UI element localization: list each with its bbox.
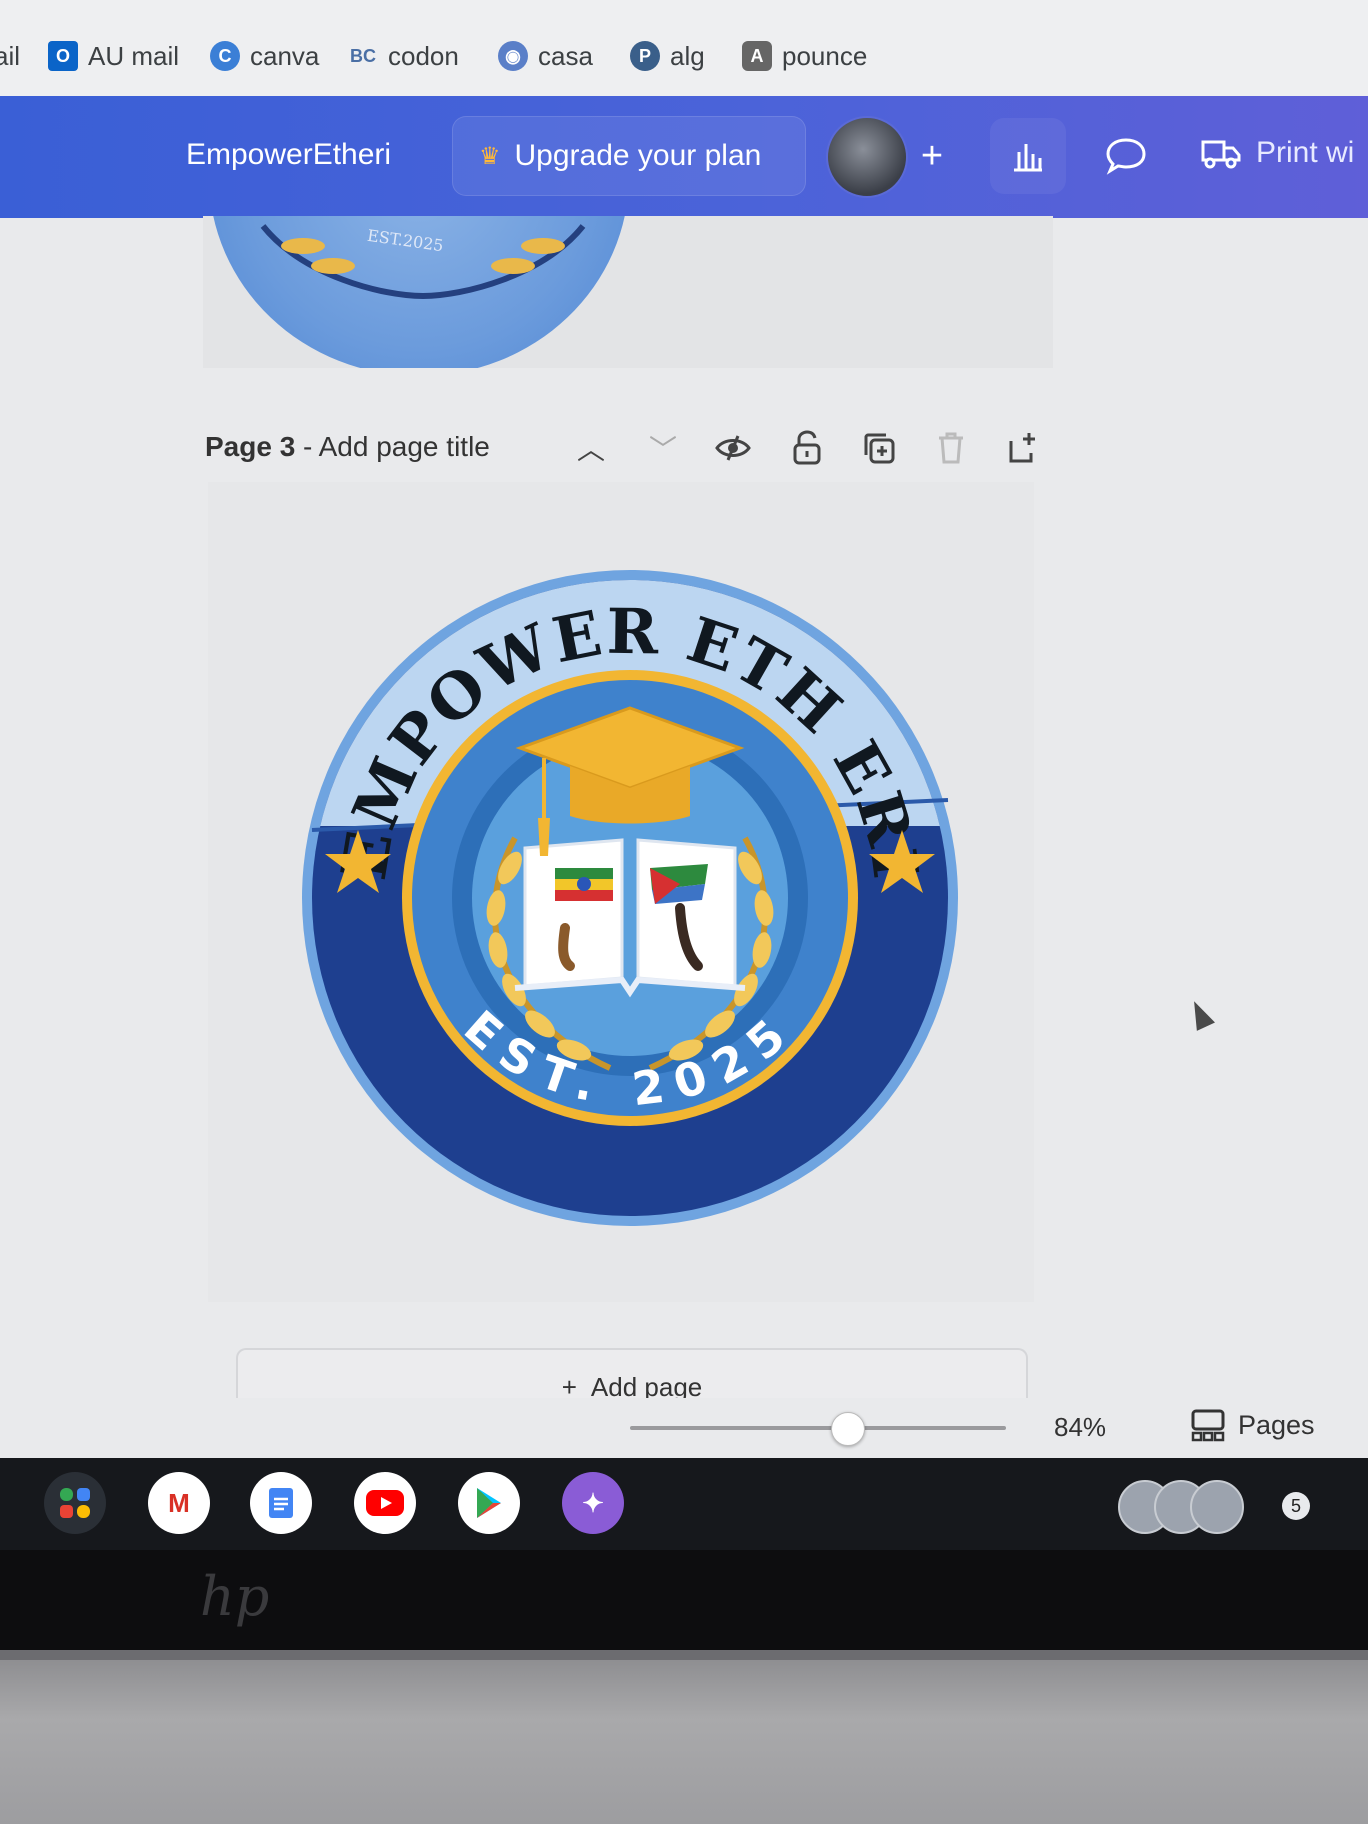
page-3-canvas[interactable]: EMPOWER ETH ERI EST. 2025 [208,482,1034,1302]
unlock-icon [793,430,821,465]
zoom-slider-handle[interactable] [831,1412,866,1446]
canva-icon: C [210,41,240,71]
duplicate-icon [864,433,895,464]
bookmark-au-mail[interactable]: O AU mail [48,36,179,76]
page-toolbar: Page 3 - Add page title ︿ ﹀ [205,424,1055,470]
alg-icon: P [630,41,660,71]
chevron-down-icon: ﹀ [648,434,677,465]
lock-page-button[interactable] [785,426,829,470]
mouse-cursor [1185,997,1215,1031]
laptop-body [0,1650,1368,1824]
comment-icon [1106,138,1146,175]
eye-off-icon [715,435,751,461]
bookmarks-bar: ail O AU mail C canva BC codon ◉ casa P … [0,0,1368,98]
bar-chart-icon [1014,144,1042,172]
crown-icon: ♛ [479,142,501,170]
zoom-level[interactable]: 84% [1054,1412,1106,1443]
casa-icon: ◉ [498,41,528,71]
trash-icon [939,432,963,464]
bookmark-label: codon [388,40,459,71]
delete-page-button[interactable] [929,426,973,470]
print-button[interactable]: Print wi [1200,136,1354,170]
truck-icon [1201,140,1241,169]
bookmark-label: casa [538,40,593,71]
screen: ail O AU mail C canva BC codon ◉ casa P … [0,0,1368,1650]
move-page-down-button[interactable]: ﹀ [641,426,685,470]
editor-header: EmpowerEtheri ♛ Upgrade your plan + Prin… [0,96,1368,218]
zoom-slider[interactable] [630,1426,1006,1430]
bookmark-canva[interactable]: C canva [210,36,319,76]
bookmark-label: alg [670,40,705,71]
notification-count[interactable]: 5 [1282,1492,1310,1520]
pages-button[interactable]: Pages [1190,1408,1315,1442]
play-store-icon[interactable] [458,1472,520,1534]
bookmark-label: pounce [782,40,868,71]
youtube-icon[interactable] [354,1472,416,1534]
launcher-icon[interactable] [44,1472,106,1534]
bookmark-alg[interactable]: P alg [630,36,705,76]
tray-accounts[interactable] [1118,1480,1244,1534]
pounce-icon: A [742,41,772,71]
upgrade-plan-button[interactable]: ♛ Upgrade your plan [452,116,806,196]
docs-icon[interactable] [250,1472,312,1534]
add-page-icon [1009,433,1035,463]
document-name[interactable]: EmpowerEtheri [186,138,391,172]
add-page-button[interactable]: + Add page [236,1348,1028,1402]
bookmark-casa[interactable]: ◉ casa [498,36,593,76]
laurel-fragment [260,224,586,300]
pages-label: Pages [1238,1409,1315,1440]
page-title[interactable]: Page 3 - Add page title [205,431,490,463]
codon-icon: BC [350,45,376,66]
hp-logo: hp [200,1565,270,1628]
bookmark-codon[interactable]: BC codon [348,36,459,76]
plus-icon: + [920,134,944,177]
bookmark-ail[interactable]: ail [0,36,20,76]
page-title-placeholder: - Add page title [295,431,490,462]
editor-footer: 84% Pages [0,1398,1368,1458]
move-page-up-button[interactable]: ︿ [569,426,613,470]
bookmark-label: canva [250,40,320,71]
ethiopia-flag [555,868,613,901]
taskbar: M ✦ 5 [0,1458,1368,1550]
eritrea-flag [650,864,708,904]
upgrade-label: Upgrade your plan [514,139,762,172]
duplicate-page-button[interactable] [857,426,901,470]
pages-icon [1191,1409,1225,1442]
canva-app-icon[interactable]: ✦ [562,1472,624,1534]
bookmark-label: ail [0,40,21,71]
gmail-icon[interactable]: M [148,1472,210,1534]
bookmark-pounce[interactable]: A pounce [742,36,867,76]
bookmark-label: AU mail [88,40,180,71]
add-collaborator-button[interactable]: + [894,118,970,194]
page-number: Page 3 [205,431,296,462]
empower-etheri-logo: EMPOWER ETH ERI EST. 2025 [302,570,958,1226]
add-page-button-toolbar[interactable] [1001,426,1045,470]
comments-button[interactable] [1088,118,1164,194]
previous-page-canvas[interactable]: EST.2025 [203,216,1053,368]
hide-page-button[interactable] [711,426,755,470]
chevron-up-icon: ︿ [576,434,605,465]
print-label: Print wi [1256,136,1355,169]
insights-button[interactable] [990,118,1066,194]
outlook-icon: O [48,41,78,71]
